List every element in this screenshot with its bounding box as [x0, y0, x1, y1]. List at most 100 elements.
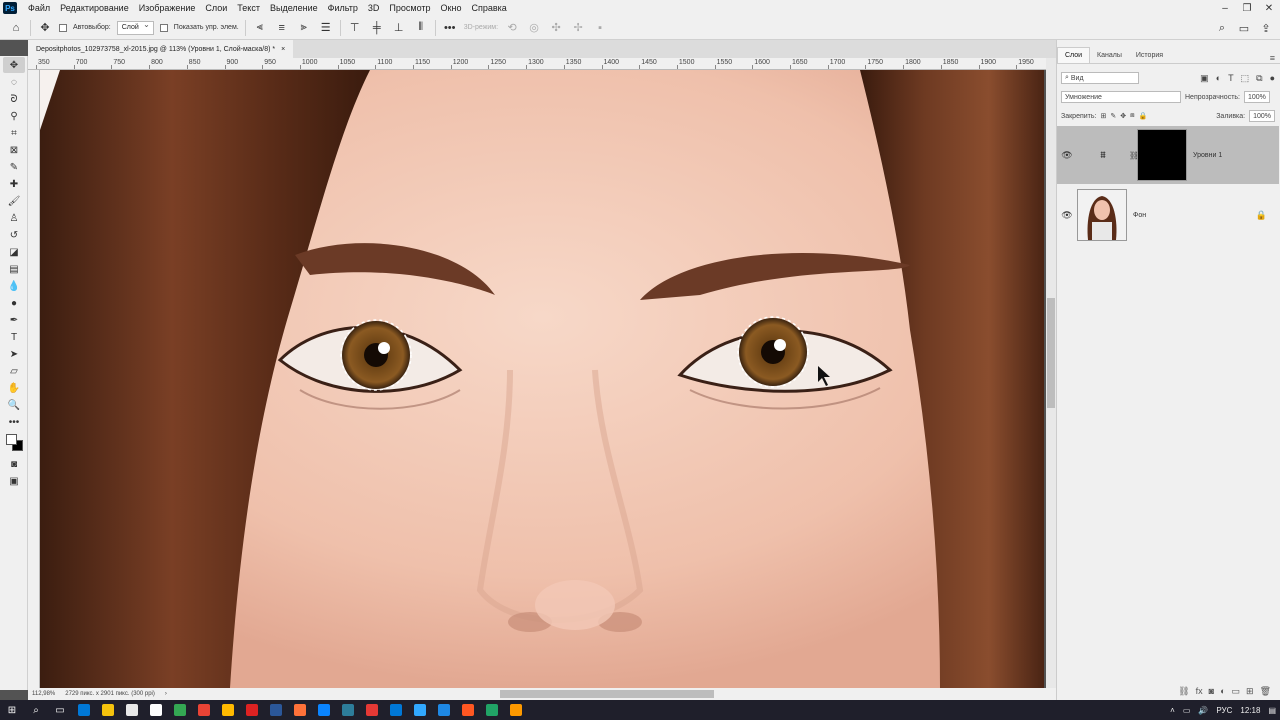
- align-right-icon[interactable]: ⫸: [296, 20, 312, 36]
- taskbar-app-icon[interactable]: [120, 700, 144, 720]
- hand-tool-icon[interactable]: ✋: [3, 380, 25, 396]
- taskbar-app-icon[interactable]: [216, 700, 240, 720]
- show-controls-checkbox[interactable]: [159, 23, 168, 32]
- distribute-vertical-icon[interactable]: ⦀: [413, 20, 429, 36]
- taskbar-app-icon[interactable]: [456, 700, 480, 720]
- foreground-color-swatch[interactable]: [6, 434, 17, 445]
- new-group-icon[interactable]: ▭: [1232, 686, 1241, 697]
- quick-mask-icon[interactable]: ◙: [3, 456, 25, 472]
- menu-file[interactable]: Файл: [23, 3, 55, 13]
- taskbar-app-icon[interactable]: [360, 700, 384, 720]
- marquee-tool-icon[interactable]: ◌: [3, 74, 25, 90]
- zoom-tool-icon[interactable]: 🔍: [3, 397, 25, 413]
- menu-image[interactable]: Изображение: [134, 3, 201, 13]
- type-tool-icon[interactable]: T: [3, 329, 25, 345]
- menu-help[interactable]: Справка: [466, 3, 511, 13]
- menu-filter[interactable]: Фильтр: [323, 3, 363, 13]
- menu-layers[interactable]: Слои: [200, 3, 232, 13]
- menu-window[interactable]: Окно: [436, 3, 467, 13]
- volume-icon[interactable]: 🔊: [1198, 706, 1208, 715]
- blur-tool-icon[interactable]: 💧: [3, 278, 25, 294]
- mask-link-icon[interactable]: ⛓: [1129, 151, 1139, 160]
- filter-smart-icon[interactable]: ⧉: [1256, 73, 1262, 84]
- move-tool-icon[interactable]: ✥: [37, 20, 53, 36]
- share-icon[interactable]: ⇪: [1258, 20, 1274, 36]
- visibility-eye-icon[interactable]: 👁: [1057, 210, 1077, 221]
- filter-shape-icon[interactable]: ⬚: [1241, 73, 1250, 84]
- horizontal-scroll-thumb[interactable]: [500, 690, 714, 698]
- quick-select-tool-icon[interactable]: ⚲: [3, 108, 25, 124]
- workspace-icon[interactable]: ▭: [1236, 20, 1252, 36]
- align-left-icon[interactable]: ⫷: [252, 20, 268, 36]
- screen-mode-icon[interactable]: ▣: [3, 473, 25, 489]
- vertical-scroll-thumb[interactable]: [1047, 298, 1055, 408]
- 3d-pan-icon[interactable]: ✣: [548, 20, 564, 36]
- blend-mode-dropdown[interactable]: Умножение: [1061, 91, 1181, 103]
- menu-type[interactable]: Текст: [232, 3, 265, 13]
- 3d-roll-icon[interactable]: ◎: [526, 20, 542, 36]
- layer-thumbnail[interactable]: [1077, 189, 1127, 241]
- layer-name[interactable]: Фон: [1133, 212, 1146, 219]
- 3d-scale-icon[interactable]: ▪: [592, 20, 608, 36]
- minimize-icon[interactable]: –: [1214, 0, 1236, 16]
- move-tool-icon[interactable]: ✥: [3, 57, 25, 73]
- dodge-tool-icon[interactable]: ●: [3, 295, 25, 311]
- document-canvas[interactable]: [40, 70, 1044, 688]
- tab-history[interactable]: История: [1129, 47, 1170, 63]
- panel-menu-icon[interactable]: ≡: [1270, 53, 1280, 63]
- filter-type-icon[interactable]: T: [1228, 73, 1234, 84]
- shape-tool-icon[interactable]: ▱: [3, 363, 25, 379]
- taskbar-app-icon[interactable]: [144, 700, 168, 720]
- tab-channels[interactable]: Каналы: [1090, 47, 1129, 63]
- close-icon[interactable]: ✕: [1258, 0, 1280, 16]
- document-tab[interactable]: Depositphotos_102973758_xl-2015.jpg @ 11…: [28, 40, 294, 58]
- crop-tool-icon[interactable]: ⌗: [3, 125, 25, 141]
- autoselect-dropdown[interactable]: Слой: [116, 20, 154, 35]
- filter-adjustment-icon[interactable]: ◐: [1216, 73, 1221, 84]
- tray-arrow-icon[interactable]: ˄: [1170, 706, 1175, 715]
- 3d-orbit-icon[interactable]: ⟲: [504, 20, 520, 36]
- menu-3d[interactable]: 3D: [363, 3, 385, 13]
- add-mask-icon[interactable]: ◙: [1209, 686, 1214, 696]
- taskbar-app-icon[interactable]: [384, 700, 408, 720]
- lock-all-icon[interactable]: 🔒: [1139, 112, 1148, 120]
- fill-input[interactable]: 100%: [1249, 110, 1275, 122]
- visibility-eye-icon[interactable]: 👁: [1057, 150, 1077, 161]
- eraser-tool-icon[interactable]: ◪: [3, 244, 25, 260]
- taskbar-app-icon[interactable]: [432, 700, 456, 720]
- menu-edit[interactable]: Редактирование: [55, 3, 134, 13]
- align-middle-icon[interactable]: ╪: [369, 20, 385, 36]
- status-menu-arrow[interactable]: ›: [165, 691, 167, 697]
- taskbar-app-icon[interactable]: [240, 700, 264, 720]
- eyedropper-tool-icon[interactable]: ✎: [3, 159, 25, 175]
- menu-select[interactable]: Выделение: [265, 3, 323, 13]
- frame-tool-icon[interactable]: ⊠: [3, 142, 25, 158]
- path-select-icon[interactable]: ➤: [3, 346, 25, 362]
- distribute-icon[interactable]: ☰: [318, 20, 334, 36]
- taskbar-app-icon[interactable]: [264, 700, 288, 720]
- 3d-slide-icon[interactable]: ✢: [570, 20, 586, 36]
- taskbar-app-icon[interactable]: [72, 700, 96, 720]
- notifications-icon[interactable]: ▤: [1268, 706, 1276, 715]
- menu-view[interactable]: Просмотр: [384, 3, 435, 13]
- opacity-input[interactable]: 100%: [1244, 91, 1270, 103]
- vertical-scrollbar[interactable]: [1046, 58, 1056, 688]
- home-icon[interactable]: ⌂: [8, 20, 24, 36]
- layer-name[interactable]: Уровни 1: [1193, 152, 1222, 159]
- color-swatches[interactable]: [3, 432, 24, 454]
- delete-layer-icon[interactable]: 🗑: [1260, 686, 1271, 697]
- restore-icon[interactable]: ❐: [1236, 0, 1258, 16]
- layer-mask-thumbnail[interactable]: [1137, 129, 1187, 181]
- clone-stamp-icon[interactable]: ♙: [3, 210, 25, 226]
- lock-pixels-icon[interactable]: ✎: [1110, 112, 1116, 120]
- taskbar-app-icon[interactable]: [168, 700, 192, 720]
- start-button-icon[interactable]: ⊞: [0, 700, 24, 720]
- taskbar-app-icon[interactable]: [312, 700, 336, 720]
- language-indicator[interactable]: РУС: [1216, 706, 1232, 715]
- taskbar-app-icon[interactable]: [192, 700, 216, 720]
- new-adjustment-icon[interactable]: ◐: [1220, 686, 1225, 696]
- taskbar-app-icon[interactable]: [336, 700, 360, 720]
- taskbar-app-icon[interactable]: [96, 700, 120, 720]
- link-layers-icon[interactable]: ⛓: [1178, 686, 1189, 697]
- lock-transparent-icon[interactable]: ⊞: [1100, 112, 1106, 120]
